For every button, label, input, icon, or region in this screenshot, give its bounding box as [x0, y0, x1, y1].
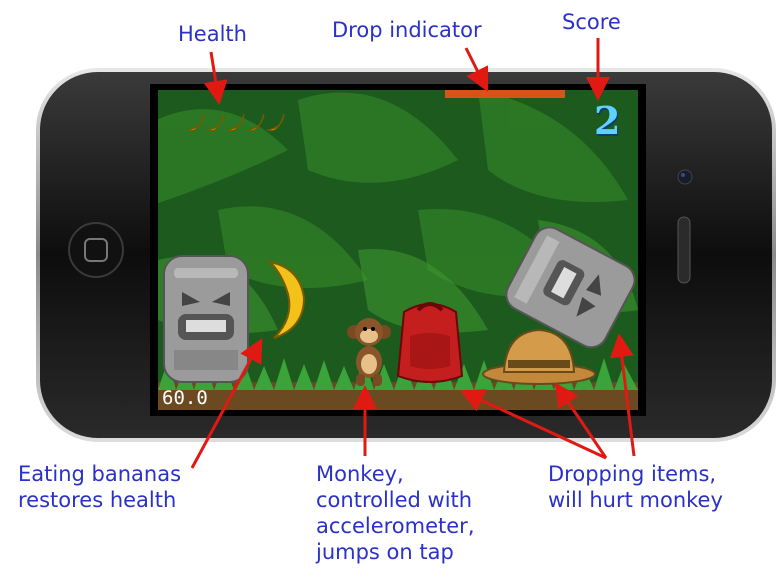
- monkey-label-line4: jumps on tap: [316, 540, 454, 564]
- drop-indicator: [445, 90, 565, 98]
- health-bananas: [185, 113, 285, 132]
- falling-tiki-totem-icon: [505, 226, 636, 349]
- backpack-icon: [396, 302, 464, 383]
- health-label: Health: [178, 22, 247, 46]
- banana-pickup-icon: [266, 260, 306, 339]
- monkey-label-line3: accelerometer,: [316, 514, 475, 538]
- game-screen[interactable]: 2 60.0: [158, 90, 638, 410]
- drop-indicator-label: Drop indicator: [332, 18, 482, 42]
- earpiece-speaker: [677, 216, 691, 284]
- monkey-label-line1: Monkey,: [316, 462, 404, 486]
- front-camera-icon: [677, 169, 693, 185]
- score-value: 2: [594, 98, 621, 143]
- monkey-player-icon: [347, 318, 391, 386]
- timer-value: 60.0: [162, 387, 208, 409]
- monkey-label-line2: controlled with: [316, 488, 473, 512]
- tiki-totem-icon: [163, 255, 249, 383]
- score-label: Score: [562, 10, 621, 34]
- dropping-label-line2: will hurt monkey: [548, 488, 723, 512]
- dropping-label-line1: Dropping items,: [548, 462, 717, 486]
- bananas-label-line2: restores health: [18, 488, 177, 512]
- home-button[interactable]: [66, 220, 126, 280]
- bananas-label-line1: Eating bananas: [18, 462, 182, 486]
